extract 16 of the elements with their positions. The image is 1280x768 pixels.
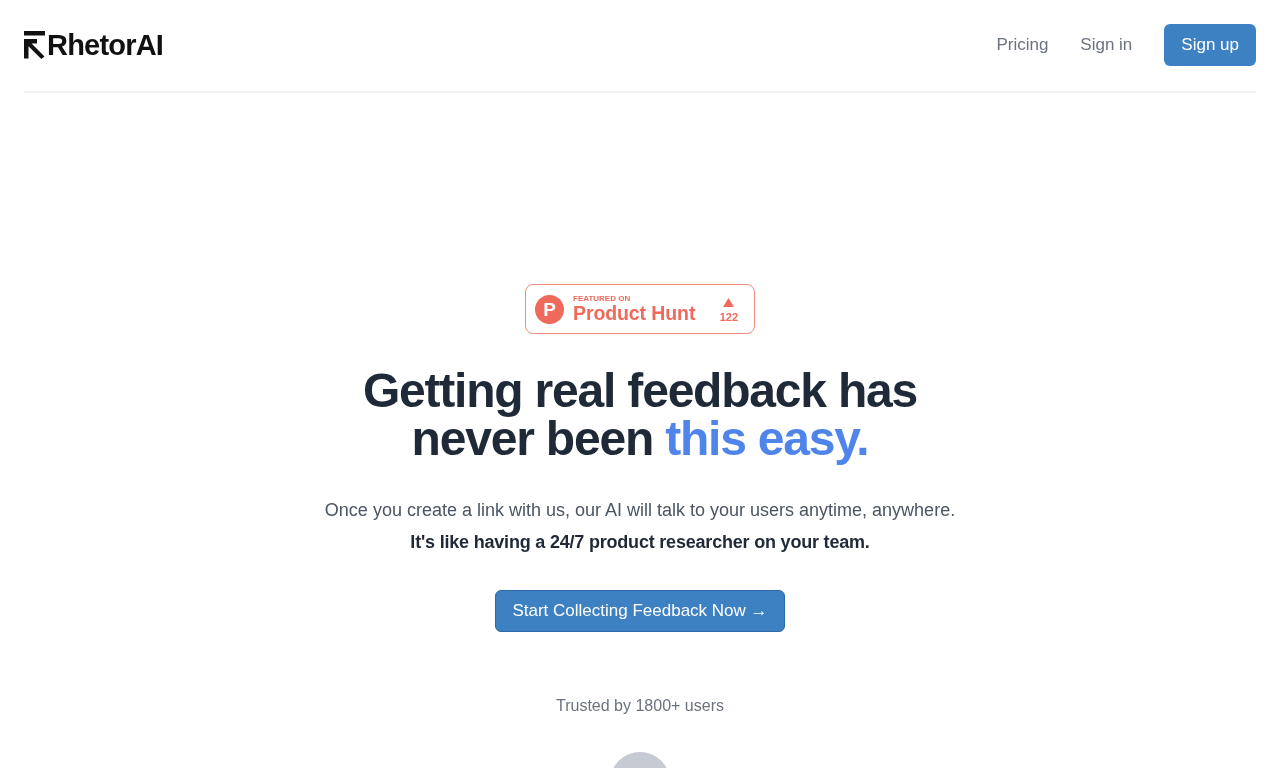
cta-button[interactable]: Start Collecting Feedback Now →	[495, 590, 785, 632]
hero-tagline: It's like having a 24/7 product researcher on your team.	[410, 531, 870, 554]
product-hunt-logo: P	[535, 294, 564, 324]
logo-icon	[24, 31, 45, 59]
hero-heading: Getting real feedback has never been this easy.	[361, 367, 919, 463]
triangle-icon	[723, 297, 735, 307]
upvote-count: 122	[719, 310, 738, 323]
social-proof-text: Trusted by 1800+ users	[556, 696, 724, 716]
product-hunt-badge[interactable]: P FEATURED ON Product Hunt 122	[525, 284, 755, 334]
hero-subtitle: Once you create a link with us, our AI will talk to your users anytime, anywhere.	[324, 499, 956, 522]
nav-link[interactable]: Pricing	[996, 33, 1049, 57]
signup-button[interactable]: Sign up	[1164, 24, 1256, 66]
logo-text: RhetorAI	[47, 30, 164, 60]
badge-eyebrow: FEATURED ON	[573, 294, 632, 303]
nav-link[interactable]: Sign in	[1080, 33, 1133, 57]
badge-title: Product Hunt	[573, 303, 696, 324]
